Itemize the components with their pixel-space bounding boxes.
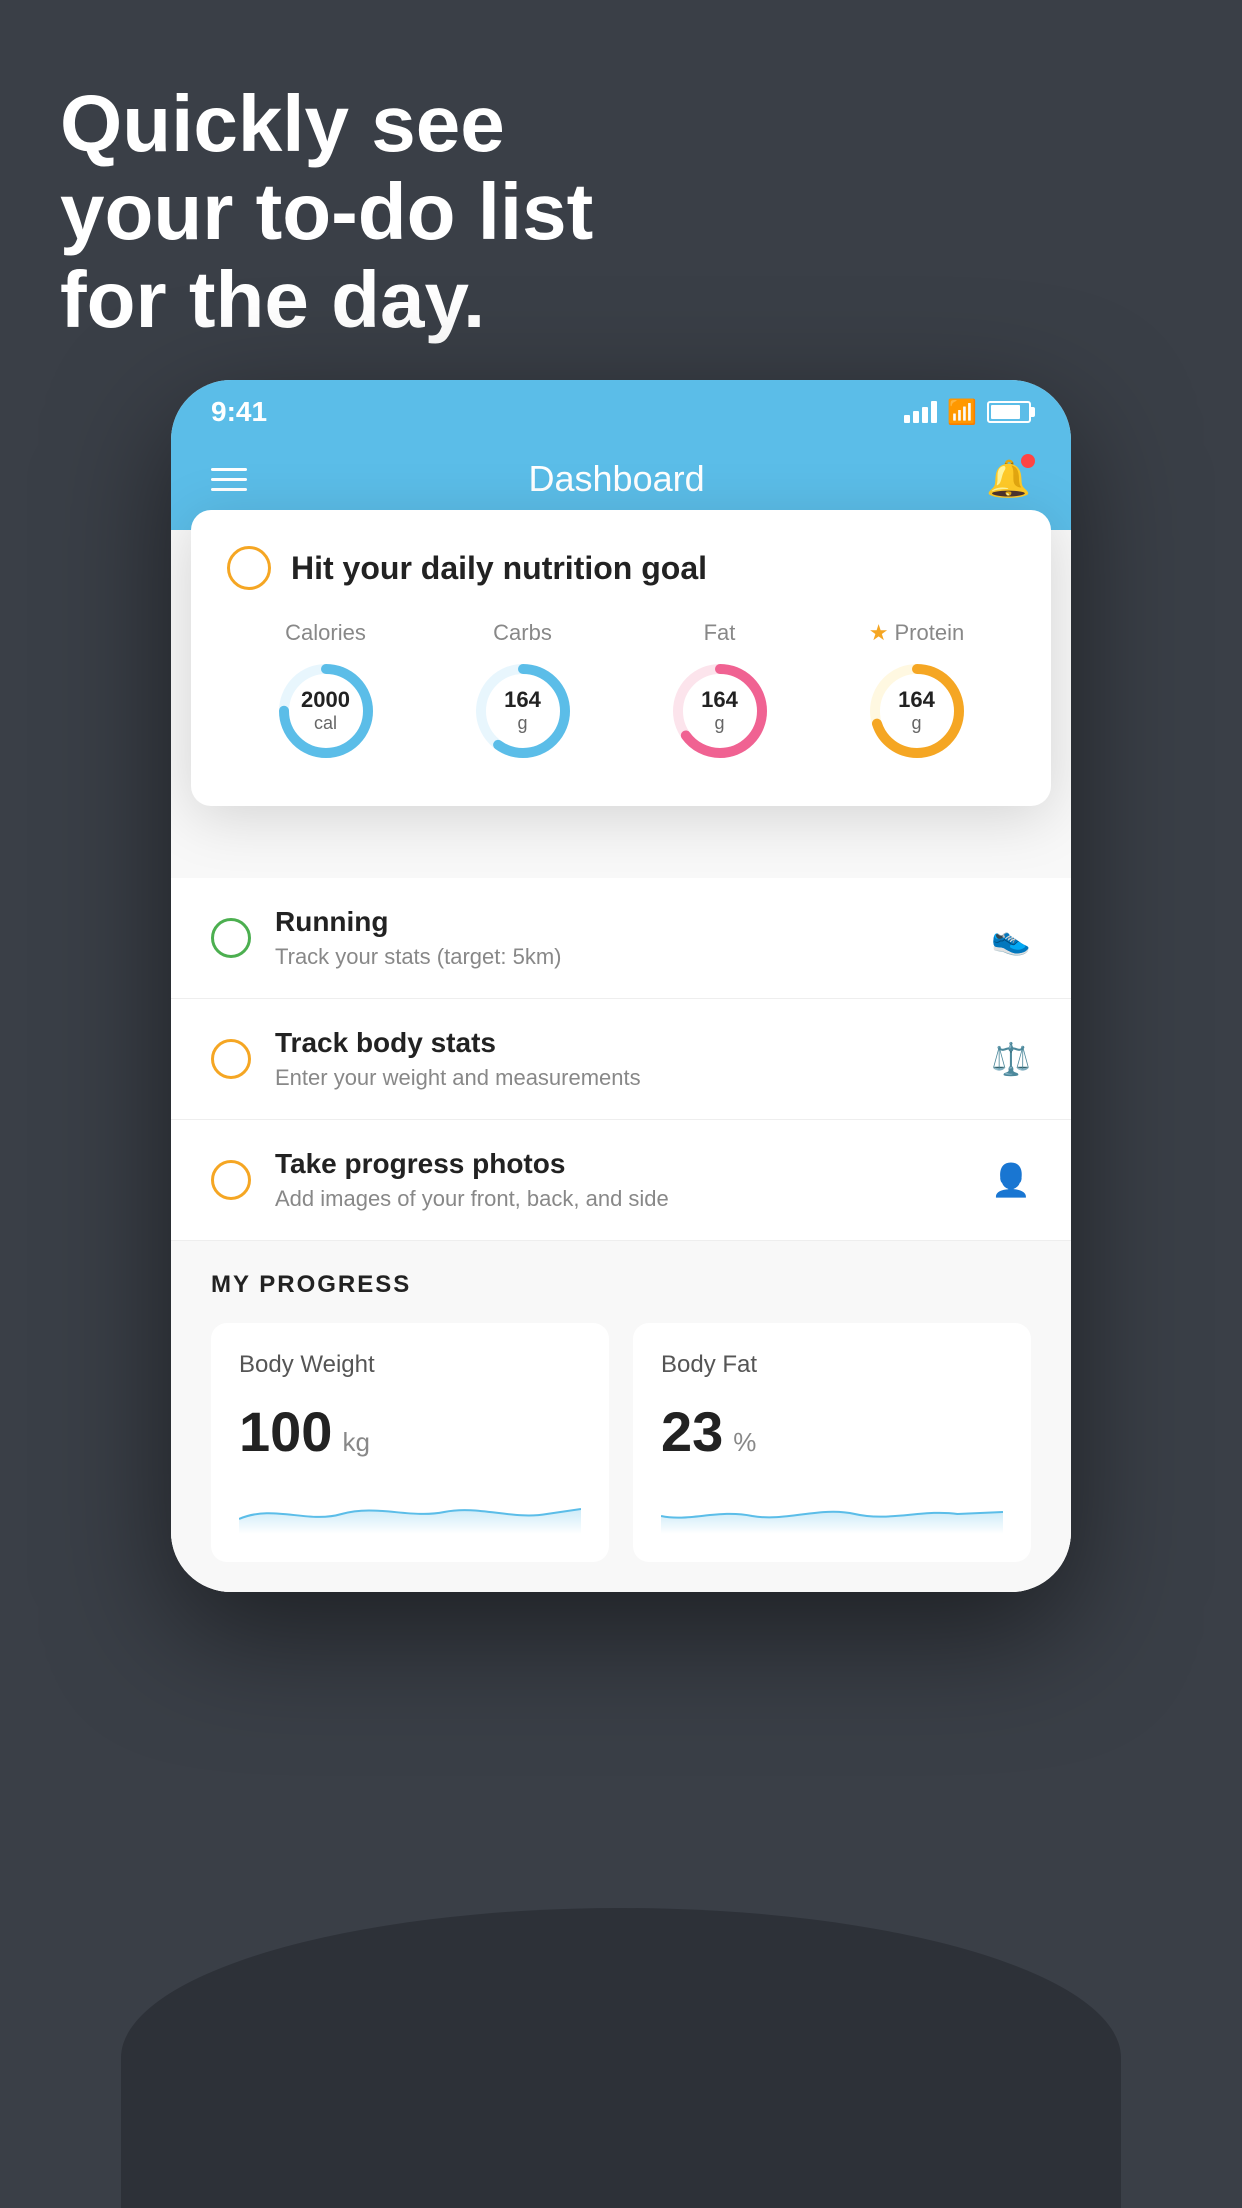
body-fat-chart xyxy=(661,1484,1003,1534)
notification-button[interactable]: 🔔 xyxy=(986,458,1031,500)
nutrition-row: Calories 2000 cal xyxy=(227,620,1015,766)
protein-value: 164 xyxy=(898,687,935,713)
body-weight-unit: kg xyxy=(342,1427,369,1458)
protein-donut: 164 g xyxy=(862,656,972,766)
running-subtitle: Track your stats (target: 5km) xyxy=(275,944,967,970)
protein-label: Protein xyxy=(895,620,965,646)
running-title: Running xyxy=(275,906,967,938)
calories-value: 2000 xyxy=(301,687,350,713)
body-weight-title: Body Weight xyxy=(239,1351,581,1379)
calories-donut: 2000 cal xyxy=(271,656,381,766)
running-icon: 👟 xyxy=(991,919,1031,957)
body-weight-chart xyxy=(239,1484,581,1534)
carbs-unit: g xyxy=(504,713,541,735)
status-bar: 9:41 📶 xyxy=(171,380,1071,438)
nutrition-card: Hit your daily nutrition goal Calories xyxy=(191,510,1051,806)
battery-fill xyxy=(991,405,1020,419)
battery-icon xyxy=(987,401,1031,423)
body-fat-unit: % xyxy=(733,1427,756,1458)
fat-value: 164 xyxy=(701,687,738,713)
card-checkbox[interactable] xyxy=(227,546,271,590)
app-title: Dashboard xyxy=(529,458,705,500)
signal-icon xyxy=(904,401,937,423)
nutrition-calories: Calories 2000 cal xyxy=(271,620,381,766)
todo-list: Running Track your stats (target: 5km) 👟… xyxy=(171,878,1071,1241)
nutrition-carbs: Carbs 164 g xyxy=(468,620,578,766)
body-fat-card: Body Fat 23 % xyxy=(633,1323,1031,1562)
body-stats-icon: ⚖️ xyxy=(991,1040,1031,1078)
body-fat-value: 23 xyxy=(661,1399,723,1464)
nutrition-fat: Fat 164 g xyxy=(665,620,775,766)
running-text: Running Track your stats (target: 5km) xyxy=(275,906,967,970)
app-content: THINGS TO DO TODAY Hit your daily nutrit… xyxy=(171,530,1071,1592)
fat-unit: g xyxy=(701,713,738,735)
list-item-running[interactable]: Running Track your stats (target: 5km) 👟 xyxy=(171,878,1071,999)
carbs-value: 164 xyxy=(504,687,541,713)
body-stats-title: Track body stats xyxy=(275,1027,967,1059)
body-fat-value-row: 23 % xyxy=(661,1399,1003,1464)
body-weight-card: Body Weight 100 kg xyxy=(211,1323,609,1562)
running-checkbox[interactable] xyxy=(211,918,251,958)
fat-label: Fat xyxy=(704,620,736,646)
body-fat-title: Body Fat xyxy=(661,1351,1003,1379)
list-item-body-stats[interactable]: Track body stats Enter your weight and m… xyxy=(171,999,1071,1120)
photos-text: Take progress photos Add images of your … xyxy=(275,1148,967,1212)
notification-dot xyxy=(1021,454,1035,468)
body-stats-subtitle: Enter your weight and measurements xyxy=(275,1065,967,1091)
menu-button[interactable] xyxy=(211,468,247,491)
progress-cards: Body Weight 100 kg xyxy=(211,1323,1031,1562)
headline: Quickly see your to-do list for the day. xyxy=(60,80,593,344)
protein-unit: g xyxy=(898,713,935,735)
progress-header: MY PROGRESS xyxy=(211,1271,1031,1299)
phone-background-curve xyxy=(121,1908,1121,2208)
calories-label: Calories xyxy=(285,620,366,646)
calories-unit: cal xyxy=(301,713,350,735)
nutrition-protein: ★ Protein 164 g xyxy=(862,620,972,766)
card-title-row: Hit your daily nutrition goal xyxy=(227,546,1015,590)
status-icons: 📶 xyxy=(904,398,1031,427)
photos-title: Take progress photos xyxy=(275,1148,967,1180)
status-time: 9:41 xyxy=(211,396,267,428)
fat-donut: 164 g xyxy=(665,656,775,766)
body-stats-checkbox[interactable] xyxy=(211,1039,251,1079)
progress-section: MY PROGRESS Body Weight 100 kg xyxy=(171,1241,1071,1592)
carbs-donut: 164 g xyxy=(468,656,578,766)
list-item-photos[interactable]: Take progress photos Add images of your … xyxy=(171,1120,1071,1241)
phone-screen: 9:41 📶 Dashboard 🔔 xyxy=(171,380,1071,1592)
body-stats-text: Track body stats Enter your weight and m… xyxy=(275,1027,967,1091)
protein-label-row: ★ Protein xyxy=(869,620,964,646)
phone-mockup: 9:41 📶 Dashboard 🔔 xyxy=(171,380,1071,1592)
star-icon: ★ xyxy=(869,620,889,646)
wifi-icon: 📶 xyxy=(947,398,977,427)
body-weight-value-row: 100 kg xyxy=(239,1399,581,1464)
photos-subtitle: Add images of your front, back, and side xyxy=(275,1186,967,1212)
card-title: Hit your daily nutrition goal xyxy=(291,550,707,587)
photos-icon: 👤 xyxy=(991,1161,1031,1199)
photos-checkbox[interactable] xyxy=(211,1160,251,1200)
carbs-label: Carbs xyxy=(493,620,552,646)
body-weight-value: 100 xyxy=(239,1399,332,1464)
